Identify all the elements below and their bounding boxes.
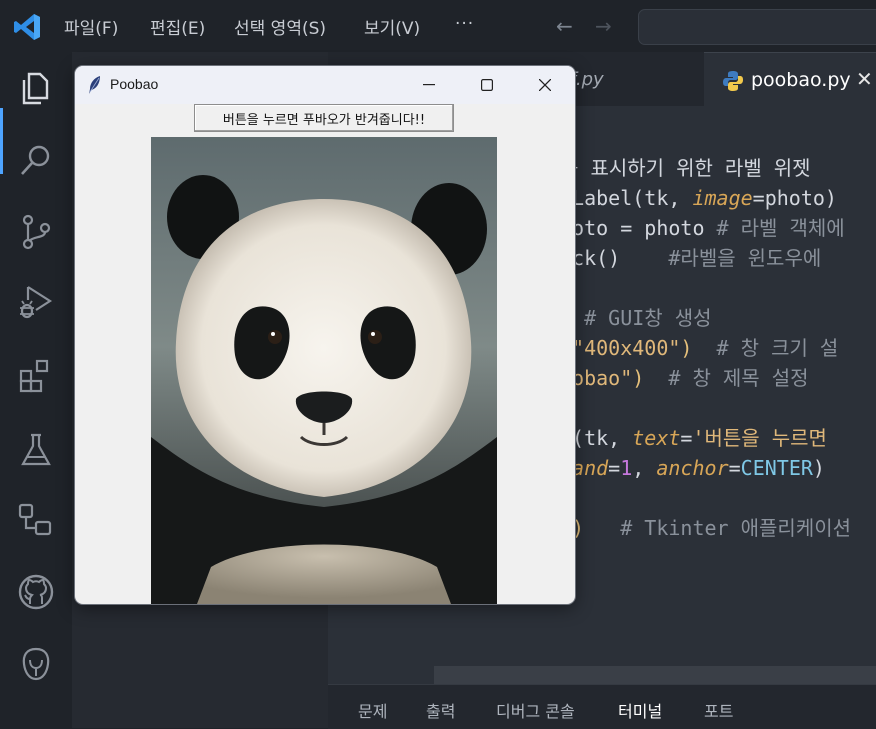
minimize-button[interactable] bbox=[400, 66, 458, 104]
tab-terminal[interactable]: 터미널 bbox=[618, 698, 662, 722]
python-icon bbox=[723, 71, 743, 91]
close-button[interactable] bbox=[516, 66, 574, 104]
tk-window: Poobao 버튼을 누르면 푸바오가 반겨줍니다!! bbox=[75, 66, 575, 604]
code-line: () # Tkinter 애플리케이션 bbox=[560, 513, 851, 543]
feather-icon bbox=[89, 76, 100, 94]
horizontal-scrollbar[interactable] bbox=[434, 666, 876, 684]
tab-debug-console[interactable]: 디버그 콘솔 bbox=[496, 698, 575, 722]
code-token: =photo) bbox=[752, 186, 837, 210]
tk-window-title: Poobao bbox=[110, 76, 159, 92]
code-token: # Tkinter 애플리케이션 bbox=[584, 516, 852, 540]
code-line: 를 표시하기 위한 라벨 위젯 bbox=[560, 153, 851, 183]
code-token: 1 bbox=[620, 456, 633, 480]
maximize-button[interactable] bbox=[458, 66, 516, 104]
tab-label: poobao.py bbox=[751, 69, 851, 91]
code-line: ("400x400") # 창 크기 설 bbox=[560, 333, 851, 363]
code-line: n(tk, text='버튼을 누르면 bbox=[560, 423, 851, 453]
code-token: hoto = photo bbox=[560, 216, 717, 240]
code-token: image bbox=[692, 186, 753, 210]
code-line: oobao") # 창 제목 설정 bbox=[560, 363, 851, 393]
source-control-icon[interactable] bbox=[16, 212, 56, 252]
code-token: CENTER bbox=[740, 456, 813, 480]
code-line: # GUI창 생성 bbox=[560, 303, 851, 333]
greet-button[interactable]: 버튼을 누르면 푸바오가 반겨줍니다!! bbox=[194, 104, 454, 132]
close-tab-icon[interactable]: ✕ bbox=[856, 67, 873, 91]
title-bar: 파일(F) 편집(E) 선택 영역(S) 보기(V) ··· ← → bbox=[0, 0, 876, 52]
run-debug-icon[interactable] bbox=[16, 282, 56, 322]
code-line: hoto = photo # 라벨 객체에 bbox=[560, 213, 851, 243]
tab-ports[interactable]: 포트 bbox=[704, 698, 733, 722]
tk-title-bar[interactable]: Poobao bbox=[75, 66, 575, 104]
close-icon bbox=[539, 79, 551, 91]
active-indicator bbox=[0, 108, 3, 174]
code-token: # 창 제목 설정 bbox=[644, 366, 809, 390]
code-token: = bbox=[680, 426, 693, 450]
code-token: anchor bbox=[656, 456, 729, 480]
forward-arrow-icon[interactable]: → bbox=[595, 14, 612, 38]
tab-problems[interactable]: 문제 bbox=[358, 698, 387, 722]
explorer-icon[interactable] bbox=[16, 68, 56, 108]
code-token: '버튼을 누르면 bbox=[692, 426, 839, 450]
menu-edit[interactable]: 편집(E) bbox=[150, 14, 205, 39]
command-center-search[interactable] bbox=[638, 9, 876, 45]
code-token: # 창 크기 설 bbox=[692, 336, 839, 360]
code-token: "400x400" bbox=[572, 336, 681, 360]
back-arrow-icon[interactable]: ← bbox=[556, 14, 573, 38]
code-token: # 라벨 객체에 bbox=[716, 216, 845, 240]
bottom-panel-tabs: 문제 출력 디버그 콘솔 터미널 포트 bbox=[328, 684, 876, 729]
code-token: # GUI창 생성 bbox=[560, 306, 712, 330]
menu-view[interactable]: 보기(V) bbox=[364, 14, 420, 39]
code-line: pand=1, anchor=CENTER) bbox=[560, 453, 851, 483]
search-icon[interactable] bbox=[16, 140, 56, 180]
activity-bar bbox=[0, 52, 72, 728]
github-icon[interactable] bbox=[16, 572, 56, 612]
code-token: #라벨을 윈도우에 bbox=[668, 246, 822, 270]
vscode-logo-icon bbox=[14, 14, 40, 40]
panda-image bbox=[151, 137, 497, 604]
code-token: ) bbox=[632, 366, 645, 390]
code-line: Label(tk, image=photo) bbox=[560, 183, 851, 213]
code-token: = bbox=[728, 456, 741, 480]
code-token: ) bbox=[812, 456, 825, 480]
maximize-icon bbox=[481, 79, 493, 91]
menu-selection[interactable]: 선택 영역(S) bbox=[234, 14, 326, 39]
menu-file[interactable]: 파일(F) bbox=[64, 14, 118, 39]
tab-poobao-py[interactable]: poobao.py ✕ bbox=[704, 52, 876, 107]
code-token: ) bbox=[680, 336, 693, 360]
code-token: , bbox=[632, 456, 657, 480]
code-token: 를 표시하기 위한 라벨 위젯 bbox=[560, 156, 811, 180]
testing-icon[interactable] bbox=[16, 430, 56, 470]
remote-explorer-icon[interactable] bbox=[16, 500, 56, 540]
database-icon[interactable] bbox=[16, 644, 56, 684]
code-editor[interactable]: 를 표시하기 위한 라벨 위젯 Label(tk, image=photo) ho… bbox=[560, 153, 851, 543]
code-token: = bbox=[608, 456, 621, 480]
tab-output[interactable]: 출력 bbox=[426, 698, 455, 722]
minimize-icon bbox=[423, 84, 435, 86]
extensions-icon[interactable] bbox=[16, 356, 56, 396]
code-token: text bbox=[632, 426, 681, 450]
code-token: ack() bbox=[560, 246, 669, 270]
code-line: ack() #라벨을 윈도우에 bbox=[560, 243, 851, 273]
code-token: Label(tk, bbox=[560, 186, 693, 210]
menu-more[interactable]: ··· bbox=[455, 14, 474, 34]
